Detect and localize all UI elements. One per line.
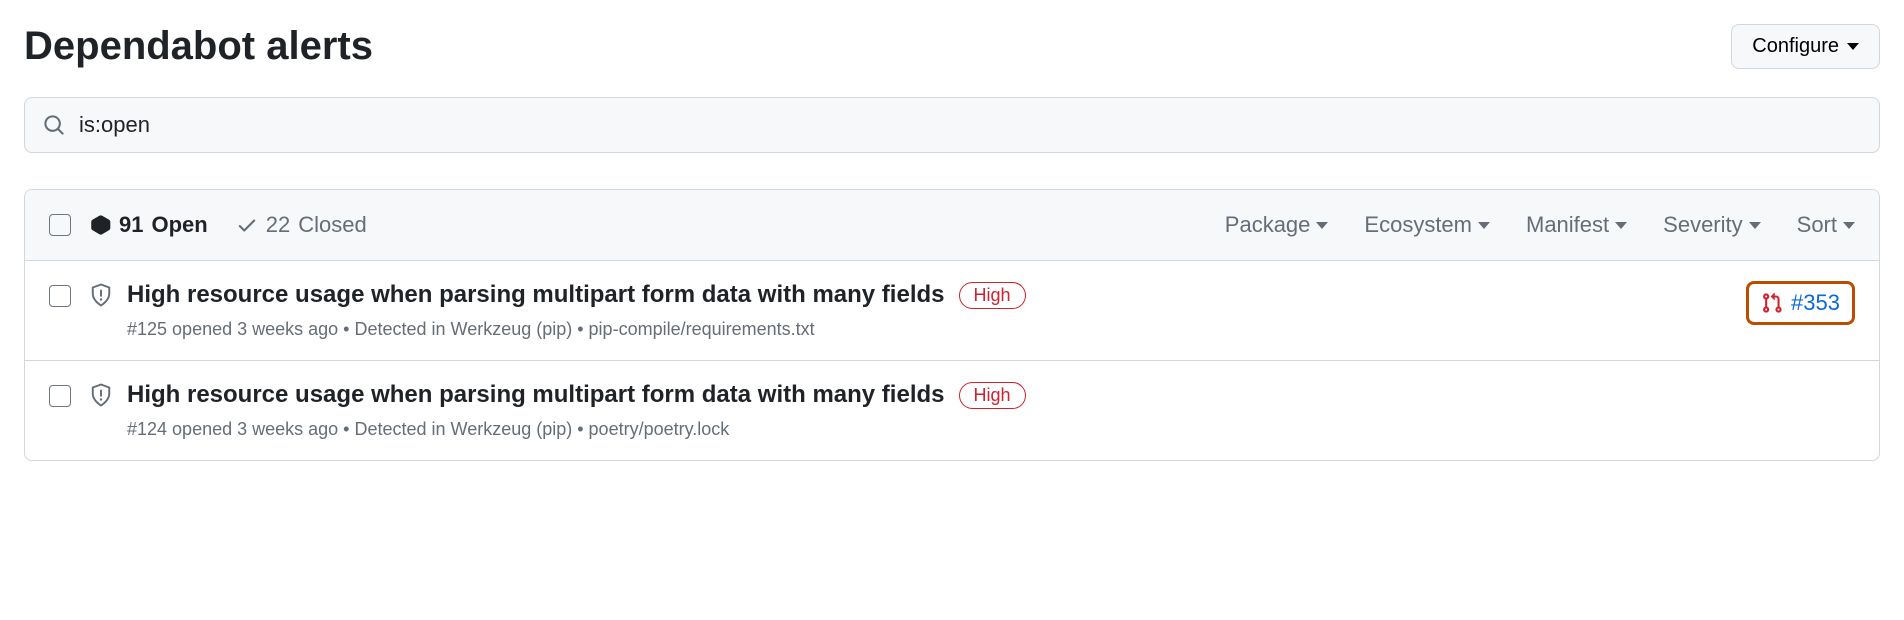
filter-manifest-label: Manifest bbox=[1526, 212, 1609, 238]
shield-alert-icon bbox=[89, 383, 113, 407]
alert-title-link[interactable]: High resource usage when parsing multipa… bbox=[127, 381, 945, 409]
filter-ecosystem[interactable]: Ecosystem bbox=[1364, 212, 1490, 238]
page-title: Dependabot alerts bbox=[24, 24, 373, 69]
caret-down-icon bbox=[1615, 222, 1627, 229]
configure-button[interactable]: Configure bbox=[1731, 24, 1880, 69]
search-input[interactable] bbox=[79, 112, 1861, 138]
tab-closed[interactable]: 22 Closed bbox=[236, 212, 367, 238]
alert-meta: #125 opened 3 weeks ago • Detected in We… bbox=[127, 319, 1746, 340]
pull-request-icon bbox=[1761, 292, 1783, 314]
open-label: Open bbox=[151, 212, 207, 238]
tab-open[interactable]: 91 Open bbox=[89, 212, 208, 238]
filter-sort-label: Sort bbox=[1797, 212, 1837, 238]
search-container[interactable] bbox=[24, 97, 1880, 153]
alert-meta: #124 opened 3 weeks ago • Detected in We… bbox=[127, 419, 1855, 440]
alert-icon bbox=[89, 214, 111, 236]
closed-label: Closed bbox=[298, 212, 366, 238]
select-alert-checkbox[interactable] bbox=[49, 385, 71, 407]
alerts-table: 91 Open 22 Closed Package Ecosystem Man bbox=[24, 189, 1880, 461]
alert-title-link[interactable]: High resource usage when parsing multipa… bbox=[127, 281, 945, 309]
filter-sort[interactable]: Sort bbox=[1797, 212, 1855, 238]
caret-down-icon bbox=[1478, 222, 1490, 229]
shield-alert-icon bbox=[89, 283, 113, 307]
filter-ecosystem-label: Ecosystem bbox=[1364, 212, 1472, 238]
table-header: 91 Open 22 Closed Package Ecosystem Man bbox=[25, 190, 1879, 261]
caret-down-icon bbox=[1749, 222, 1761, 229]
open-count: 91 bbox=[119, 212, 143, 238]
closed-count: 22 bbox=[266, 212, 290, 238]
severity-badge: High bbox=[959, 282, 1026, 309]
caret-down-icon bbox=[1843, 222, 1855, 229]
filter-package-label: Package bbox=[1225, 212, 1311, 238]
select-alert-checkbox[interactable] bbox=[49, 285, 71, 307]
alert-row: High resource usage when parsing multipa… bbox=[25, 261, 1879, 361]
configure-label: Configure bbox=[1752, 35, 1839, 58]
search-icon bbox=[43, 114, 65, 136]
filter-package[interactable]: Package bbox=[1225, 212, 1329, 238]
pr-link[interactable]: #353 bbox=[1746, 281, 1855, 325]
filter-severity[interactable]: Severity bbox=[1663, 212, 1760, 238]
filter-manifest[interactable]: Manifest bbox=[1526, 212, 1627, 238]
check-icon bbox=[236, 214, 258, 236]
filter-severity-label: Severity bbox=[1663, 212, 1742, 238]
caret-down-icon bbox=[1316, 222, 1328, 229]
select-all-checkbox[interactable] bbox=[49, 214, 71, 236]
severity-badge: High bbox=[959, 382, 1026, 409]
alert-row: High resource usage when parsing multipa… bbox=[25, 361, 1879, 460]
caret-down-icon bbox=[1847, 43, 1859, 50]
pr-number: #353 bbox=[1791, 290, 1840, 316]
